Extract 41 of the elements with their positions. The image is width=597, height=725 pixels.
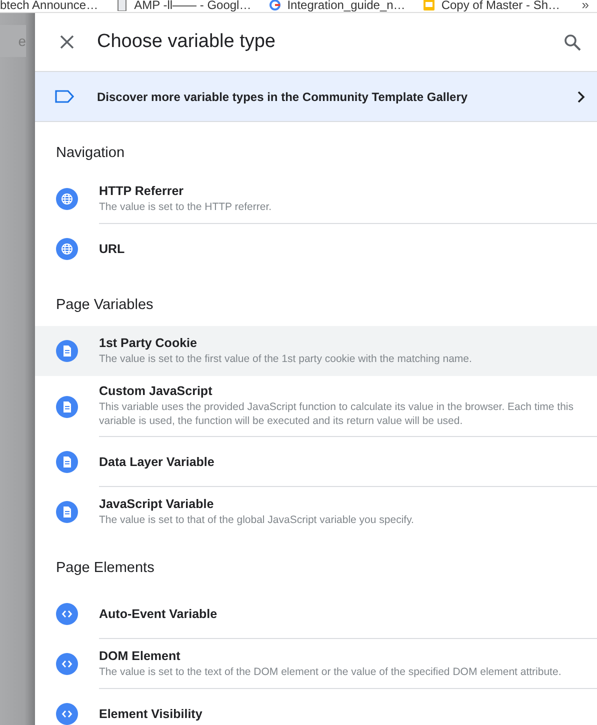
dialog-title: Choose variable type bbox=[97, 31, 276, 53]
section-heading: Page Elements bbox=[55, 559, 156, 578]
variable-type-item[interactable]: 1st Party Cookie The value is set to the first value of the 1st party cookie with the matching name. bbox=[35, 326, 597, 376]
close-icon bbox=[59, 34, 75, 50]
item-title: Element Visibility bbox=[99, 707, 204, 721]
gallery-banner[interactable]: Discover more variable types in the Community Template Gallery bbox=[35, 72, 597, 122]
bookmark[interactable]: AMP -ll—— - Googl… bbox=[116, 0, 252, 12]
section-heading: Navigation bbox=[55, 144, 126, 163]
bookmark[interactable]: Copy of Master - Sh… bbox=[423, 0, 560, 12]
item-description: The value is set to the HTTP referrer. bbox=[99, 200, 273, 214]
code-icon bbox=[56, 653, 78, 675]
item-title: HTTP Referrer bbox=[99, 184, 185, 198]
item-description: This variable uses the provided JavaScript function to calculate its value in the browser. Each time this variable is used, the function will be executed and its return value will be used. bbox=[99, 400, 574, 428]
item-title: JavaScript Variable bbox=[99, 497, 215, 511]
tag-icon bbox=[55, 90, 74, 103]
item-description: The value is set to the first value of the 1st party cookie with the matching name. bbox=[99, 352, 473, 366]
document-icon bbox=[56, 340, 78, 362]
more-bookmarks[interactable]: » bbox=[582, 0, 589, 12]
search-icon bbox=[564, 34, 581, 50]
code-icon bbox=[56, 603, 78, 625]
document-icon bbox=[56, 451, 78, 473]
code-icon bbox=[56, 703, 78, 725]
item-title: URL bbox=[99, 242, 126, 256]
document-icon bbox=[116, 0, 128, 11]
item-title: Data Layer Variable bbox=[99, 454, 216, 468]
bookmark[interactable]: btech Announce… bbox=[0, 0, 98, 12]
item-description: The value is set to the text of the DOM element or the value of the specified DOM element attribute. bbox=[99, 664, 562, 678]
item-title: DOM Element bbox=[99, 648, 182, 662]
document-icon bbox=[56, 501, 78, 523]
bookmark[interactable]: Integration_guide_n… bbox=[269, 0, 406, 12]
item-title: 1st Party Cookie bbox=[99, 336, 198, 350]
section-heading: Page Variables bbox=[55, 296, 154, 315]
item-title: Custom JavaScript bbox=[99, 384, 214, 398]
item-description: The value is set to that of the global JavaScript variable you specify. bbox=[99, 513, 415, 527]
globe-icon bbox=[56, 238, 78, 260]
item-title: Auto-Event Variable bbox=[99, 606, 218, 620]
globe-icon bbox=[56, 188, 78, 210]
chevron-right-icon bbox=[577, 90, 585, 102]
banner-text: Discover more variable types in the Community Template Gallery bbox=[97, 90, 469, 104]
document-icon bbox=[56, 396, 78, 418]
g-logo-icon bbox=[269, 0, 282, 11]
